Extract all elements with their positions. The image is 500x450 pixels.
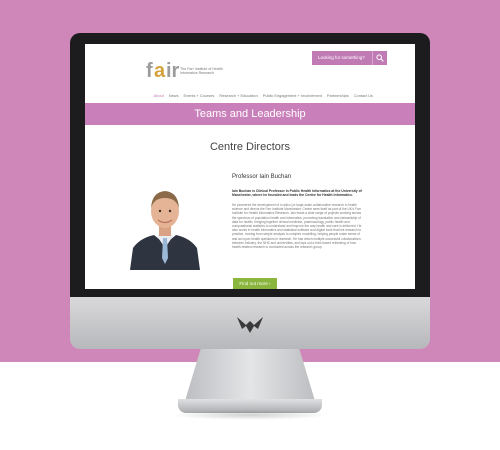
logo-subtitle: The Farr Institute of Health Informatics… — [180, 67, 223, 76]
svg-text:ir: ir — [166, 60, 180, 81]
main-nav: About News Events + Courses Research + E… — [85, 91, 415, 101]
profile-intro: Iain Buchan is Clinical Professor in Pub… — [232, 189, 362, 198]
nav-item-public-engagement[interactable]: Public Engagement + Involvement — [263, 91, 322, 101]
profile-photo — [130, 178, 200, 270]
search-input[interactable]: Looking for something? — [312, 51, 372, 65]
search-button[interactable] — [372, 51, 387, 65]
nav-item-events[interactable]: Events + Courses — [184, 91, 215, 101]
nav-item-news[interactable]: News — [169, 91, 179, 101]
fair-logo-mark: f a ir — [146, 60, 180, 81]
search-icon — [376, 54, 384, 62]
nav-item-about[interactable]: About — [154, 91, 164, 101]
monitor-brand-logo — [237, 317, 263, 333]
find-out-more-button[interactable]: Find out more › — [233, 278, 277, 289]
nav-item-research[interactable]: Research + Education — [219, 91, 257, 101]
nav-item-contact[interactable]: Contact Us — [354, 91, 373, 101]
stand-shadow — [170, 410, 330, 420]
profile-bio: He pioneered the development of in-silic… — [232, 203, 362, 250]
svg-text:f: f — [146, 60, 153, 81]
monitor-screen: f a ir The Farr Institute of Health Info… — [85, 44, 415, 289]
section-title: Centre Directors — [209, 141, 291, 153]
svg-text:a: a — [154, 60, 166, 81]
page-banner: Teams and Leadership — [85, 103, 415, 125]
monitor-stand — [185, 349, 315, 401]
nav-item-partnerships[interactable]: Partnerships — [327, 91, 349, 101]
profile-name: Professor Iain Buchan — [232, 174, 292, 180]
